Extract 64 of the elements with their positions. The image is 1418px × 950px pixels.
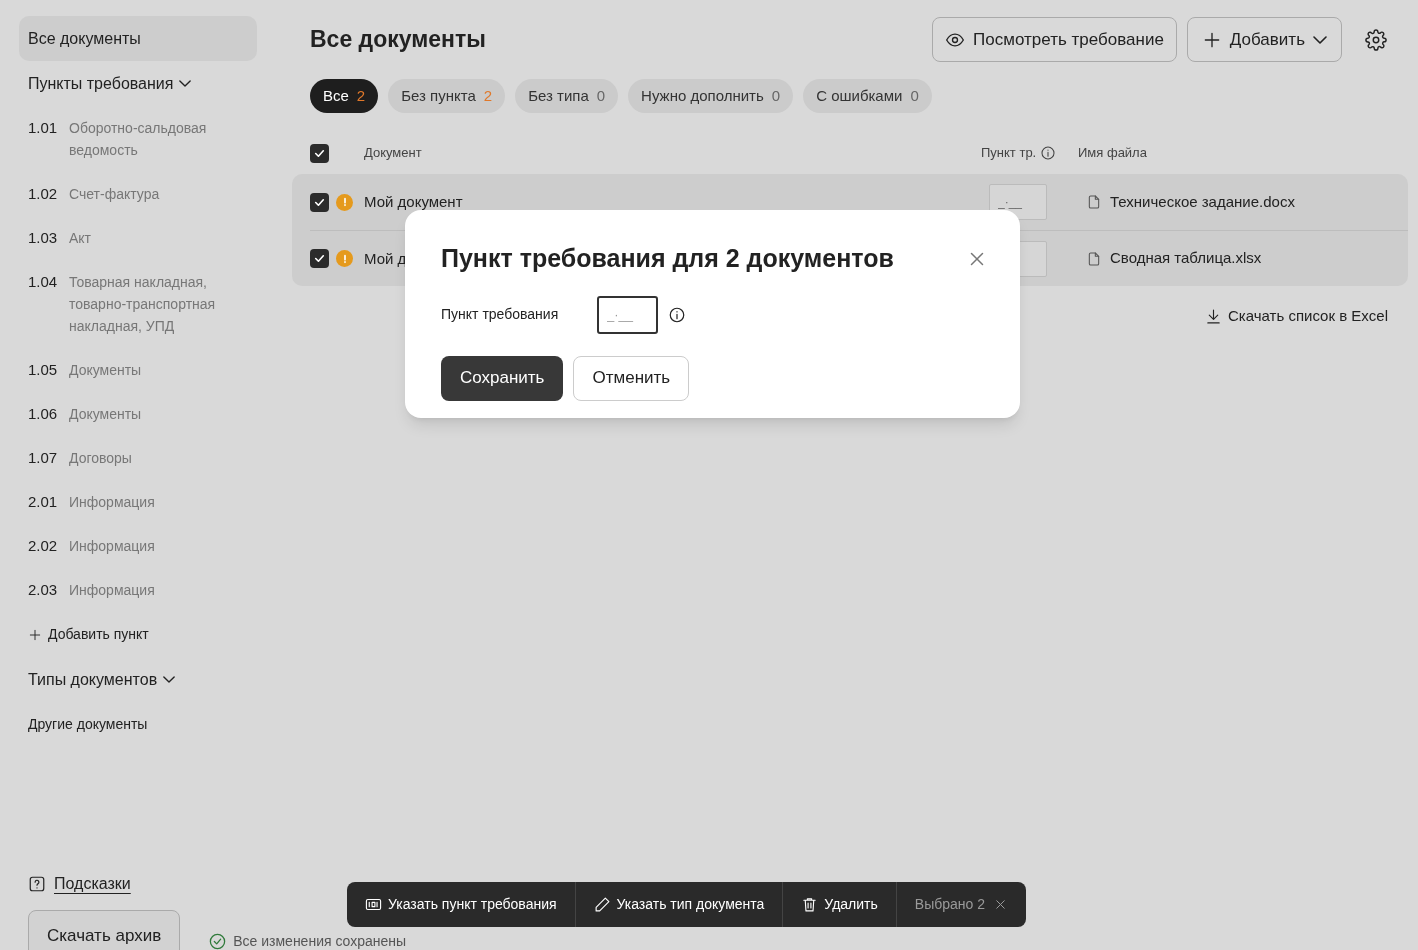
document-name: Мой документ bbox=[364, 193, 463, 210]
filter-tab[interactable]: Без пункта 2 bbox=[388, 79, 506, 113]
sidebar-item[interactable]: 2.01 Информация bbox=[19, 480, 257, 524]
add-item-link[interactable]: Добавить пункт bbox=[19, 612, 257, 657]
filter-tab[interactable]: Нужно дополнить 0 bbox=[628, 79, 794, 113]
column-header: Документ bbox=[364, 144, 423, 163]
hints-link[interactable]: Подсказки bbox=[54, 872, 131, 896]
download-icon bbox=[1205, 307, 1222, 325]
file-name: Техническое задание.docx bbox=[1110, 191, 1295, 212]
sidebar-item[interactable]: 1.06 Документы bbox=[19, 392, 257, 436]
plus-icon bbox=[28, 627, 42, 642]
file-name: Сводная таблица.xlsx bbox=[1110, 248, 1262, 269]
chevron-icon bbox=[179, 80, 192, 87]
action-button[interactable]: Указать пункт требования bbox=[347, 882, 576, 927]
settings-button[interactable] bbox=[1364, 27, 1388, 52]
section-header[interactable]: Пункты требования bbox=[19, 61, 257, 106]
sidebar-item[interactable]: Другие документы bbox=[19, 702, 257, 747]
sidebar-item[interactable]: 2.02 Информация bbox=[19, 524, 257, 568]
filter-tab[interactable]: Все 2 bbox=[310, 79, 379, 113]
cancel-button[interactable]: Отменить bbox=[573, 355, 690, 401]
selected-count: Выбрано 2 bbox=[914, 895, 985, 914]
clear-selection-button[interactable] bbox=[993, 897, 1008, 912]
view-requirement-button[interactable]: Посмотреть требование bbox=[932, 17, 1177, 62]
trash-icon bbox=[801, 896, 819, 913]
add-button[interactable]: Добавить bbox=[1186, 17, 1342, 62]
label-icon bbox=[365, 896, 382, 913]
question-icon bbox=[28, 875, 46, 893]
checkbox[interactable] bbox=[310, 143, 329, 163]
info-icon bbox=[1040, 145, 1057, 161]
action-button[interactable]: Указать тип документа bbox=[575, 882, 784, 927]
column-header: Пункт тр. bbox=[981, 144, 1037, 163]
save-button[interactable]: Сохранить bbox=[441, 355, 564, 401]
file-icon bbox=[1086, 250, 1102, 267]
close-icon bbox=[993, 897, 1008, 912]
file-icon bbox=[1086, 194, 1102, 210]
sidebar-item[interactable]: 2.03 Информация bbox=[19, 568, 257, 612]
column-header: Имя файла bbox=[1078, 144, 1148, 163]
checkbox[interactable] bbox=[310, 192, 329, 212]
check-circle-icon bbox=[208, 931, 228, 950]
field-label: Пункт требования bbox=[441, 305, 560, 324]
section-header[interactable]: Типы документов bbox=[19, 657, 257, 702]
chevron-icon bbox=[163, 676, 176, 683]
pencil-icon bbox=[593, 896, 611, 913]
action-button[interactable]: Удалить bbox=[783, 882, 897, 927]
sidebar-item[interactable]: 1.03 Акт bbox=[19, 216, 257, 260]
download-excel-link[interactable]: Скачать список в Excel bbox=[1205, 305, 1388, 328]
download-archive-button[interactable]: Скачать архив bbox=[28, 910, 181, 950]
check-icon bbox=[313, 252, 326, 265]
requirement-point-field[interactable]: _·__ bbox=[597, 295, 658, 334]
info-icon bbox=[668, 305, 686, 324]
filter-tab[interactable]: Без типа 0 bbox=[515, 79, 619, 113]
sidebar-item[interactable]: 1.02 Счет-фактура bbox=[19, 172, 257, 216]
chevron-icon bbox=[1313, 35, 1327, 44]
sidebar-item[interactable]: 1.04 Товарная накладная, товарно-транспортная накладная, УПД bbox=[19, 260, 257, 348]
sidebar-item[interactable]: 1.07 Договоры bbox=[19, 436, 257, 480]
dialog-title: Пункт требования для 2 документов bbox=[441, 243, 894, 274]
filter-tab[interactable]: С ошибками 0 bbox=[803, 79, 932, 113]
sidebar-item[interactable]: Все документы bbox=[19, 16, 257, 61]
checkbox[interactable] bbox=[310, 249, 329, 268]
sidebar-item[interactable]: 1.01 Оборотно-сальдовая ведомость bbox=[19, 106, 257, 172]
save-status: Все изменения сохранены bbox=[233, 931, 407, 950]
page-title: Все документы bbox=[310, 25, 487, 55]
sidebar-item[interactable]: 1.05 Документы bbox=[19, 348, 257, 392]
settings-icon bbox=[1365, 28, 1387, 51]
